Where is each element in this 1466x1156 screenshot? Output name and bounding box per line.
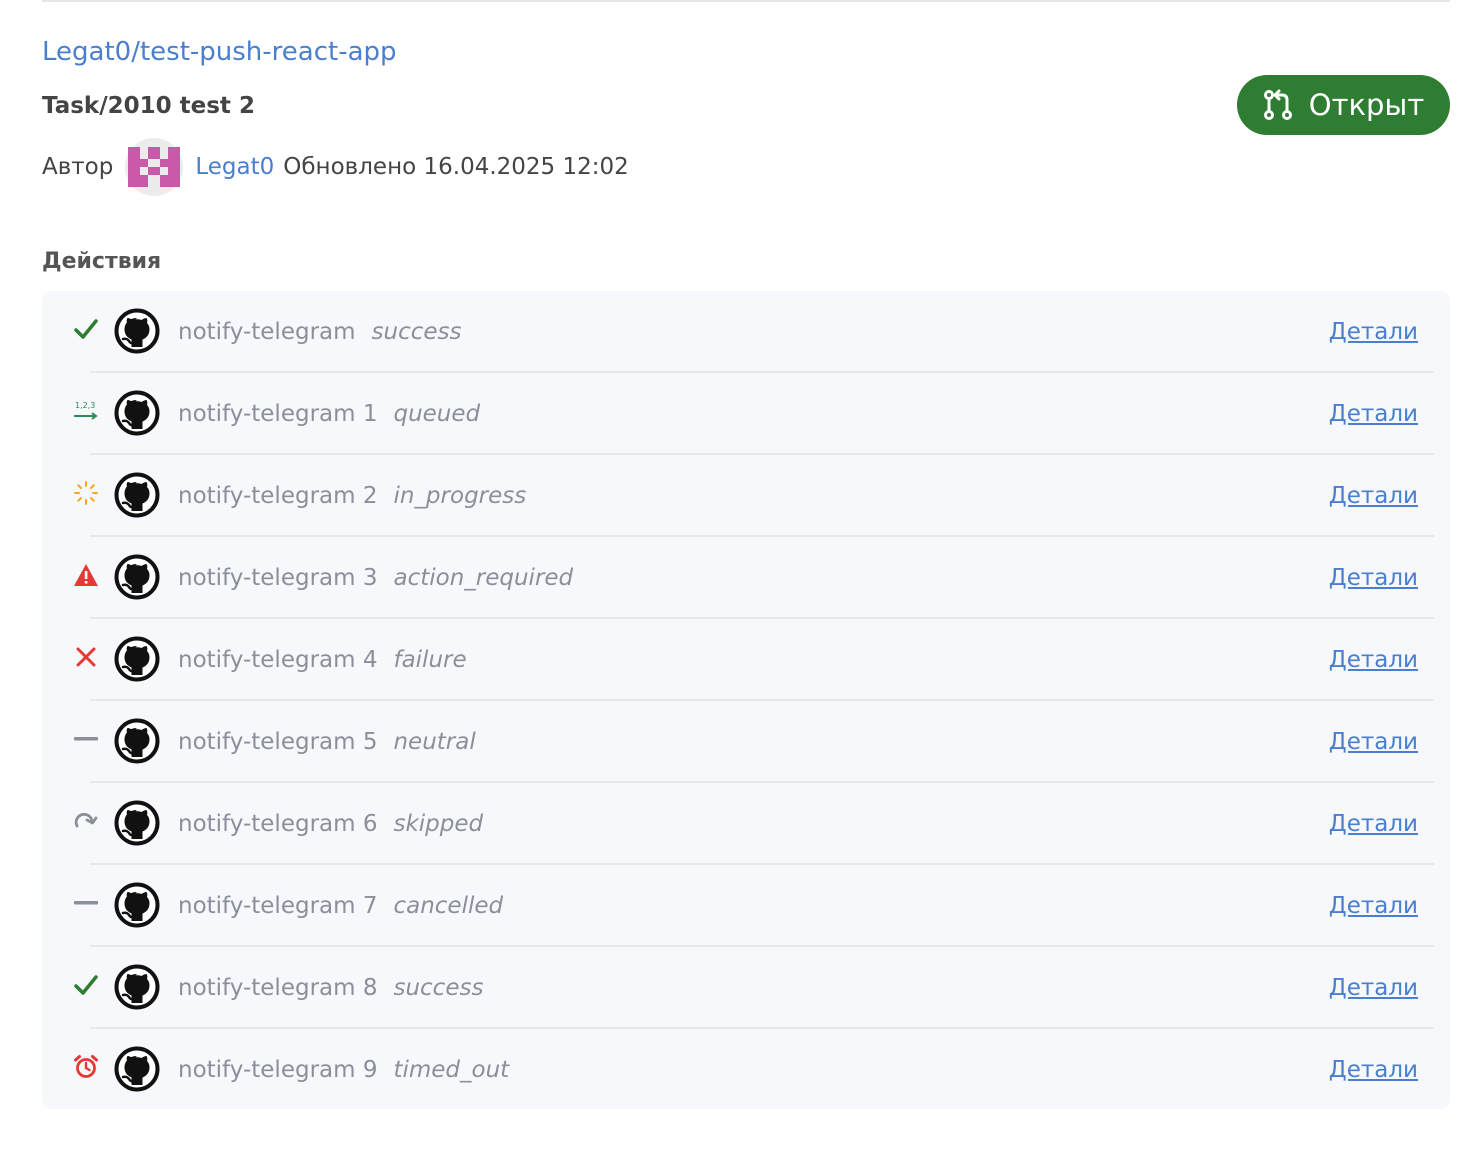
github-icon <box>114 718 160 764</box>
github-icon <box>114 554 160 600</box>
list-item: notify-telegram 8 success Детали <box>74 947 1434 1029</box>
list-item: notify-telegram 6 skipped Детали <box>74 783 1434 865</box>
dash-icon <box>72 889 100 917</box>
details-link[interactable]: Детали <box>1329 619 1418 701</box>
author-label: Автор <box>42 154 114 180</box>
action-status: in_progress <box>393 483 527 509</box>
github-icon <box>114 472 160 518</box>
branch-title: Task/2010 test 2 <box>42 93 255 119</box>
github-icon <box>114 636 160 682</box>
action-name: notify-telegram 6 <box>178 811 378 837</box>
top-divider <box>42 0 1450 2</box>
list-item: notify-telegram 7 cancelled Детали <box>74 865 1434 947</box>
details-link[interactable]: Детали <box>1329 291 1418 373</box>
action-name: notify-telegram 1 <box>178 401 378 427</box>
action-status: success <box>393 975 484 1001</box>
updated-text: Обновлено 16.04.2025 12:02 <box>283 154 629 180</box>
avatar[interactable] <box>125 138 184 196</box>
action-status: action_required <box>393 565 574 591</box>
action-status: queued <box>393 401 481 427</box>
github-icon <box>114 800 160 846</box>
action-name: notify-telegram 2 <box>178 483 378 509</box>
list-item: notify-telegram 3 action_required Детали <box>74 537 1434 619</box>
open-status-label: Открыт <box>1308 88 1425 122</box>
action-status: failure <box>393 647 467 673</box>
action-name: notify-telegram <box>178 319 356 345</box>
github-icon <box>114 390 160 436</box>
action-status: skipped <box>393 811 484 837</box>
action-status: cancelled <box>393 893 504 919</box>
details-link[interactable]: Детали <box>1329 701 1418 783</box>
action-name: notify-telegram 4 <box>178 647 378 673</box>
github-icon <box>114 1046 160 1092</box>
repo-link[interactable]: Legat0/test-push-react-app <box>42 34 397 70</box>
details-link[interactable]: Детали <box>1329 537 1418 619</box>
github-icon <box>114 964 160 1010</box>
action-name: notify-telegram 7 <box>178 893 378 919</box>
dash-icon <box>72 725 100 753</box>
details-link[interactable]: Детали <box>1329 783 1418 865</box>
spinner-icon <box>72 479 100 507</box>
details-link[interactable]: Детали <box>1329 373 1418 455</box>
alarm-icon <box>72 1053 100 1081</box>
list-item: 1,2,3 notify-telegram 1 queued Детали <box>74 373 1434 455</box>
pull-request-icon <box>1263 89 1292 120</box>
list-item: notify-telegram 4 failure Детали <box>76 619 1434 701</box>
details-link[interactable]: Детали <box>1329 865 1418 947</box>
author-link[interactable]: Legat0 <box>195 154 274 180</box>
details-link[interactable]: Детали <box>1329 455 1418 537</box>
identicon-icon <box>128 147 181 187</box>
list-item: notify-telegram 9 timed_out Детали <box>74 1029 1434 1111</box>
github-icon <box>114 882 160 928</box>
action-name: notify-telegram 9 <box>178 1057 378 1083</box>
action-name: notify-telegram 8 <box>178 975 378 1001</box>
actions-list: notify-telegram success Детали 1,2,3 not… <box>42 291 1450 1109</box>
details-link[interactable]: Детали <box>1329 947 1418 1029</box>
action-name: notify-telegram 5 <box>178 729 378 755</box>
action-status: timed_out <box>393 1057 510 1083</box>
action-status: success <box>371 319 462 345</box>
pr-meta: Автор Legat0 Обновлено 16.04.2025 12:02 <box>42 136 629 198</box>
details-link[interactable]: Детали <box>1329 1029 1418 1111</box>
svg-text:1,2,3: 1,2,3 <box>75 401 95 410</box>
open-status-button[interactable]: Открыт <box>1237 75 1450 135</box>
action-name: notify-telegram 3 <box>178 565 378 591</box>
queue-icon: 1,2,3 <box>72 397 100 425</box>
check-icon <box>72 315 100 343</box>
list-item: notify-telegram 5 neutral Детали <box>74 701 1434 783</box>
redo-icon <box>72 807 100 835</box>
actions-title: Действия <box>42 249 162 274</box>
warning-icon <box>72 561 100 589</box>
cross-icon <box>72 643 100 671</box>
github-icon <box>114 308 160 354</box>
action-status: neutral <box>393 729 476 755</box>
list-item: notify-telegram 2 in_progress Детали <box>74 455 1434 537</box>
check-icon <box>72 971 100 999</box>
list-item: notify-telegram success Детали <box>74 291 1434 373</box>
